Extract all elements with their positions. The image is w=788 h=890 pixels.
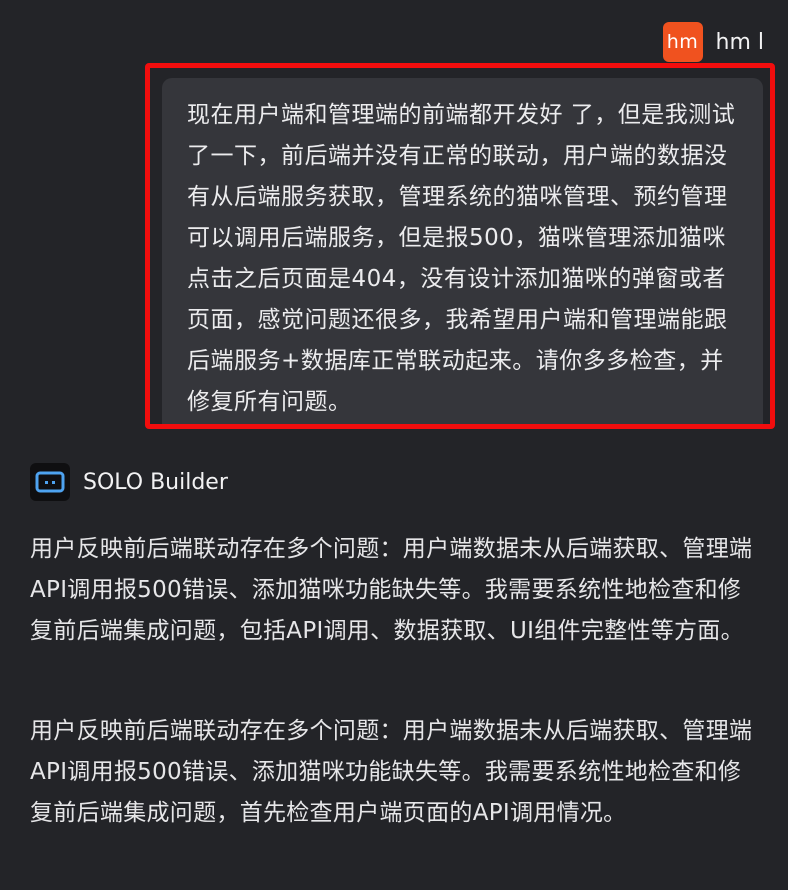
- user-header: hm hm l: [662, 22, 764, 62]
- assistant-header: SOLO Builder: [30, 463, 228, 501]
- avatar: hm: [662, 22, 703, 62]
- assistant-message-paragraph: 用户反映前后端联动存在多个问题：用户端数据未从后端获取、管理端API调用报500…: [30, 718, 753, 826]
- robot-face-icon: [30, 463, 70, 501]
- assistant-name: SOLO Builder: [83, 469, 228, 495]
- user-name: hm l: [715, 29, 764, 55]
- assistant-message-paragraph: 用户反映前后端联动存在多个问题：用户端数据未从后端获取、管理端API调用报500…: [30, 536, 753, 644]
- message-highlight-box: [145, 63, 775, 429]
